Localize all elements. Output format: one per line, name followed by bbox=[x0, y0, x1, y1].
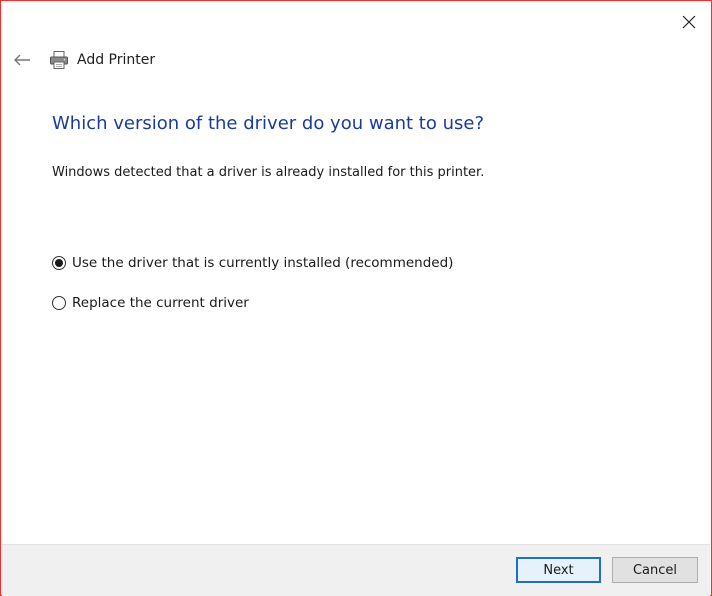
close-icon bbox=[682, 15, 696, 29]
dialog-title: Add Printer bbox=[49, 48, 155, 72]
radio-button-selected[interactable] bbox=[52, 256, 66, 270]
radio-button[interactable] bbox=[52, 296, 66, 310]
next-button[interactable]: Next bbox=[516, 557, 601, 583]
printer-icon bbox=[49, 49, 71, 71]
option-use-installed-driver[interactable]: Use the driver that is currently install… bbox=[52, 253, 453, 273]
close-button[interactable] bbox=[677, 11, 701, 33]
page-description: Windows detected that a driver is alread… bbox=[52, 165, 485, 180]
back-button[interactable] bbox=[11, 50, 33, 70]
dialog-title-text: Add Printer bbox=[77, 52, 156, 68]
back-arrow-icon bbox=[14, 54, 30, 66]
option-label: Use the driver that is currently install… bbox=[72, 255, 454, 271]
option-label: Replace the current driver bbox=[72, 295, 249, 311]
add-printer-dialog: Add Printer Which version of the driver … bbox=[0, 0, 712, 596]
page-heading: Which version of the driver do you want … bbox=[52, 113, 484, 134]
cancel-button[interactable]: Cancel bbox=[612, 557, 698, 583]
option-replace-driver[interactable]: Replace the current driver bbox=[52, 293, 249, 313]
dialog-footer: Next Cancel bbox=[2, 544, 710, 596]
